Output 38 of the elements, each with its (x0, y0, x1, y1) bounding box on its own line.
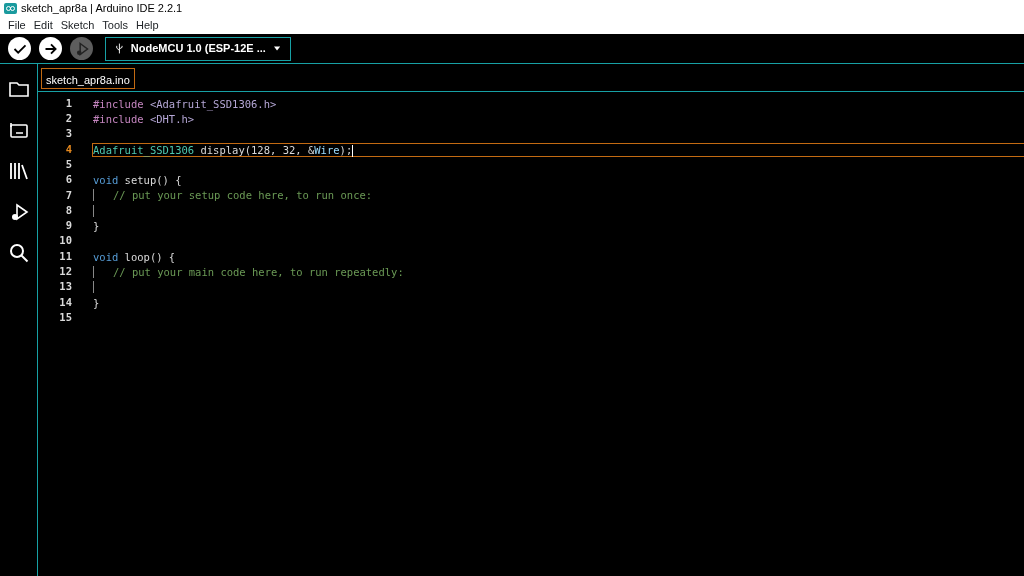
code-line: #include <Adafruit_SSD1306.h> (93, 97, 277, 110)
line-number: 14 (58, 294, 72, 310)
line-number: 8 (64, 202, 72, 218)
menu-item[interactable]: Help (132, 17, 163, 34)
app-logo-icon (4, 3, 17, 14)
line-number: 2 (64, 111, 72, 127)
board-selector[interactable]: NodeMCU 1.0 (ESP-12E ... (105, 36, 291, 61)
line-number: 3 (64, 126, 72, 142)
caret-icon (273, 46, 280, 51)
menu-item[interactable]: Edit (29, 17, 57, 34)
menu-item[interactable]: Tools (98, 17, 133, 34)
line-number: 5 (64, 156, 72, 172)
text-cursor (352, 144, 354, 157)
line-number: 4 (64, 141, 72, 157)
code-line: Adafruit_SSD1306 display(128, 32, &Wire); (93, 143, 353, 156)
line-number: 7 (64, 187, 72, 203)
verify-button[interactable] (8, 37, 31, 60)
line-number: 6 (64, 172, 72, 188)
line-number: 13 (58, 279, 72, 295)
code-line: #include <DHT.h> (93, 112, 195, 125)
line-number: 11 (58, 248, 72, 264)
line-number: 9 (64, 218, 72, 234)
menu-item[interactable]: File (4, 17, 30, 34)
menu-item[interactable]: Sketch (56, 17, 99, 34)
window-title: sketch_apr8a | Arduino IDE 2.2.1 (21, 1, 183, 17)
code-line: } (93, 296, 100, 309)
line-number: 15 (58, 309, 72, 325)
usb-icon (116, 42, 123, 55)
line-number: 12 (58, 264, 72, 280)
code-line: } (93, 220, 100, 232)
upload-button[interactable] (39, 37, 62, 60)
code-comment: // put your setup code here, to run once: (111, 189, 373, 202)
code-line: void loop() { (93, 250, 176, 263)
code-comment: // put your main code here, to run repeatedly: (111, 265, 404, 278)
line-number: 1 (64, 95, 72, 111)
file-tab[interactable]: sketch_apr8a.ino (41, 68, 135, 89)
code-line: void setup() { (93, 174, 182, 187)
line-number: 10 (58, 233, 72, 249)
